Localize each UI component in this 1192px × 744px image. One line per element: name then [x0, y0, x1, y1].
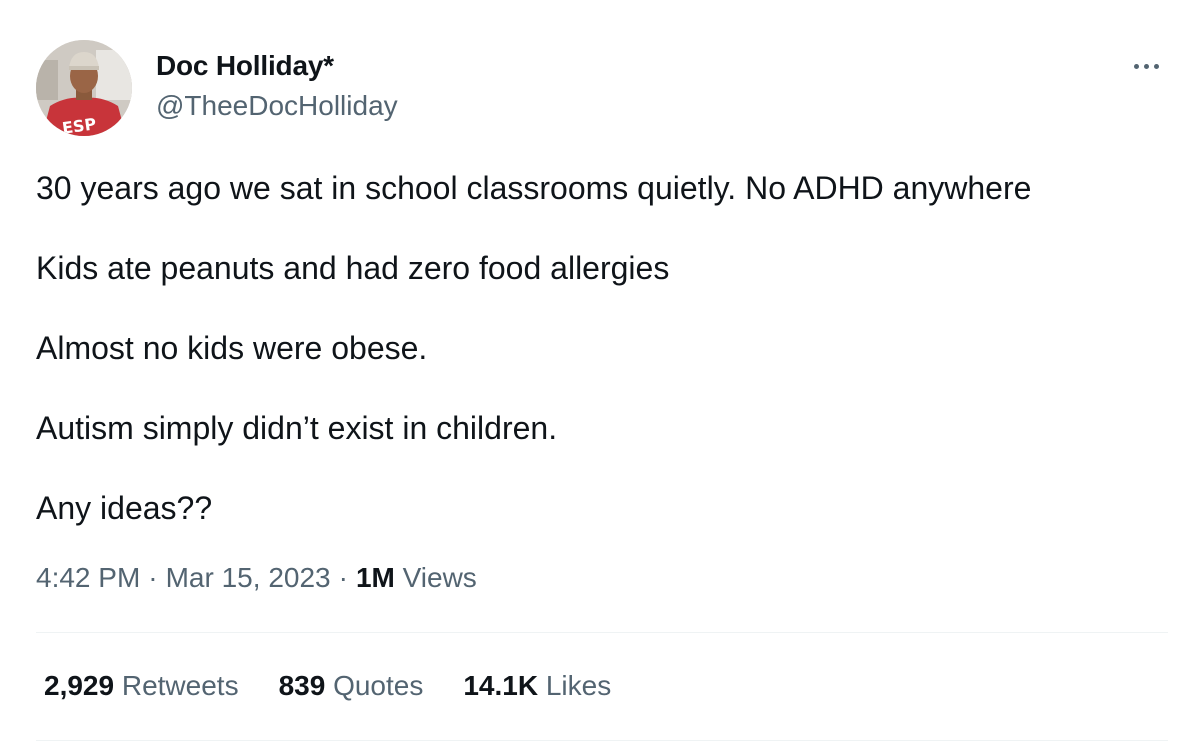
more-dot	[1133, 63, 1139, 69]
svg-text:ESP: ESP	[61, 114, 98, 136]
tweet-line: 30 years ago we sat in school classrooms…	[36, 170, 1032, 206]
more-options-icon[interactable]	[1126, 52, 1166, 80]
more-dot	[1143, 63, 1149, 69]
tweet-line: Kids ate peanuts and had zero food aller…	[36, 250, 670, 286]
likes-count: 14.1K	[463, 670, 539, 701]
author-avatar[interactable]: ESP	[36, 40, 132, 136]
meta-separator: ·	[148, 562, 158, 593]
quotes-label: Quotes	[333, 670, 424, 701]
likes-label: Likes	[545, 670, 612, 701]
views-label: Views	[402, 562, 477, 593]
divider	[36, 740, 1168, 741]
quotes-count: 839	[278, 670, 326, 701]
avatar-photo-icon: ESP	[36, 40, 132, 136]
retweets-label: Retweets	[121, 670, 239, 701]
tweet-line: Autism simply didn’t exist in children.	[36, 410, 558, 446]
engagement-stats: 2,929 Retweets 839 Quotes 14.1K Likes	[44, 670, 611, 702]
tweet-text: 30 years ago we sat in school classrooms…	[36, 168, 1166, 568]
meta-separator: ·	[338, 562, 348, 593]
more-dot	[1153, 63, 1159, 69]
tweet-date[interactable]: Mar 15, 2023	[166, 562, 331, 593]
retweets-count: 2,929	[44, 670, 115, 701]
tweet-line: Any ideas??	[36, 490, 213, 526]
likes-stat[interactable]: 14.1K Likes	[463, 670, 611, 702]
quotes-stat[interactable]: 839 Quotes	[279, 670, 424, 702]
author-handle[interactable]: @TheeDocHolliday	[156, 90, 398, 122]
tweet-meta: 4:42 PM · Mar 15, 2023 · 1M Views	[36, 562, 477, 594]
tweet-line: Almost no kids were obese.	[36, 330, 428, 366]
author-name[interactable]: Doc Holliday*	[156, 50, 334, 82]
divider	[36, 632, 1168, 633]
tweet-time[interactable]: 4:42 PM	[36, 562, 140, 593]
views-count: 1M	[355, 562, 395, 593]
retweets-stat[interactable]: 2,929 Retweets	[44, 670, 239, 702]
tweet-card: ESP Doc Holliday* @TheeDocHolliday 30 ye…	[0, 0, 1192, 744]
